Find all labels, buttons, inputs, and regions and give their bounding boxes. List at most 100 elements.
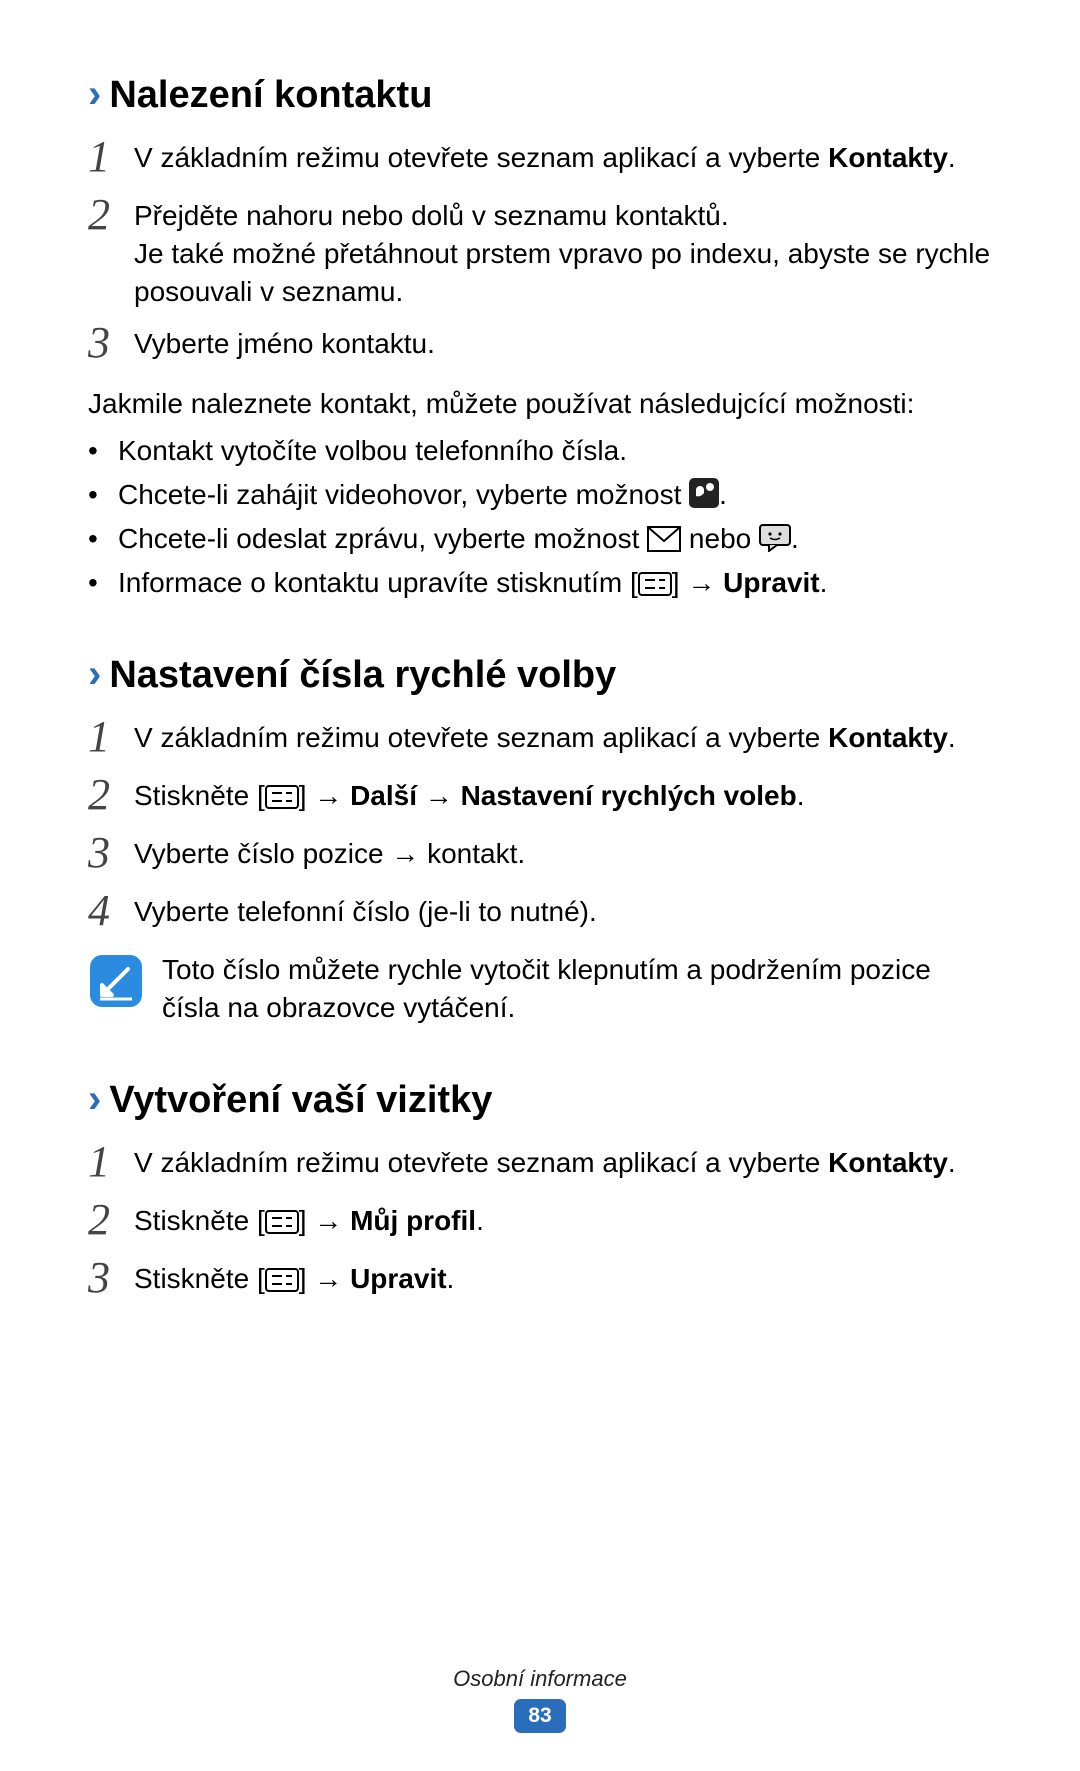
step-list: 1 V základním režimu otevřete seznam apl… — [88, 139, 992, 368]
section-heading: › Vytvoření vaší vizitky — [88, 1075, 992, 1126]
bullet-text: Chcete-li zahájit videohovor, vyberte mo… — [118, 476, 727, 514]
envelope-icon — [647, 526, 681, 552]
bullet-list: • Kontakt vytočíte volbou telefonního čí… — [88, 432, 992, 601]
step-bold: Nastavení rychlých voleb — [461, 780, 797, 811]
section-heading: › Nalezení kontaktu — [88, 70, 992, 121]
bullet-text-part: nebo — [681, 523, 759, 554]
step-number: 3 — [88, 831, 134, 875]
bullet-bold: Upravit — [723, 567, 819, 598]
page-footer: Osobní informace 83 — [0, 1664, 1080, 1733]
menu-icon — [265, 1210, 299, 1234]
step-text: V základním režimu otevřete seznam aplik… — [134, 1147, 828, 1178]
note-text: Toto číslo můžete rychle vytočit klepnut… — [162, 951, 992, 1027]
bullet-text-part: Chcete-li zahájit videohovor, vyberte mo… — [118, 479, 689, 510]
menu-icon — [638, 572, 672, 596]
section-title: Vytvoření vaší vizitky — [109, 1075, 492, 1126]
step-list: 1 V základním režimu otevřete seznam apl… — [88, 1144, 992, 1304]
step-text: . — [797, 780, 805, 811]
step-text: Stiskněte [ — [134, 1263, 265, 1294]
note-row: Toto číslo můžete rychle vytočit klepnut… — [88, 951, 992, 1027]
step-body: Vyberte jméno kontaktu. — [134, 325, 992, 363]
step-body: Vyberte číslo pozice → kontakt. — [134, 835, 992, 873]
step-bold: Kontakty — [828, 1147, 948, 1178]
step-bold: Upravit — [350, 1263, 446, 1294]
bullet-item: • Chcete-li zahájit videohovor, vyberte … — [88, 476, 992, 514]
step-body: Stiskněte [] → Můj profil. — [134, 1202, 992, 1240]
note-icon — [88, 953, 144, 1009]
bullet-text: Kontakt vytočíte volbou telefonního čísl… — [118, 432, 627, 470]
step-number: 3 — [88, 321, 134, 365]
step-body: V základním režimu otevřete seznam aplik… — [134, 139, 992, 177]
step-text: Přejděte nahoru nebo dolů v seznamu kont… — [134, 200, 729, 231]
bullet-text-part: . — [719, 479, 727, 510]
step-body: V základním režimu otevřete seznam aplik… — [134, 1144, 992, 1182]
section-title: Nastavení čísla rychlé volby — [109, 650, 616, 701]
bullet-text: Chcete-li odeslat zprávu, vyberte možnos… — [118, 520, 799, 558]
step-number: 1 — [88, 1140, 134, 1184]
step-text: . — [447, 1263, 455, 1294]
step-text: Vyberte jméno kontaktu. — [134, 328, 435, 359]
step-text: V základním režimu otevřete seznam aplik… — [134, 142, 828, 173]
bullet-item: • Informace o kontaktu upravíte stisknut… — [88, 564, 992, 602]
paragraph: Jakmile naleznete kontakt, můžete použív… — [88, 385, 992, 423]
bullet-text-part: ] → — [672, 567, 723, 598]
bullet-text: Informace o kontaktu upravíte stisknutím… — [118, 564, 827, 602]
step-item: 1 V základním režimu otevřete seznam apl… — [88, 1144, 992, 1188]
step-text: Stiskněte [ — [134, 780, 265, 811]
step-body: Stiskněte [ ] → Upravit. — [134, 1260, 992, 1298]
step-text: ] → — [299, 1205, 350, 1236]
step-text: ] → — [299, 780, 350, 811]
footer-label: Osobní informace — [0, 1664, 1080, 1694]
chevron-icon: › — [88, 1079, 101, 1119]
videocall-icon — [689, 478, 719, 508]
bullet-dot: • — [88, 564, 118, 602]
step-number: 1 — [88, 715, 134, 759]
bullet-item: • Kontakt vytočíte volbou telefonního čí… — [88, 432, 992, 470]
step-number: 2 — [88, 773, 134, 817]
bullet-dot: • — [88, 476, 118, 514]
step-bold: Můj profil — [350, 1205, 476, 1236]
step-text: Je také možné přetáhnout prstem vpravo p… — [134, 238, 990, 307]
bullet-item: • Chcete-li odeslat zprávu, vyberte možn… — [88, 520, 992, 558]
bullet-text-part: Informace o kontaktu upravíte stisknutím… — [118, 567, 638, 598]
step-item: 1 V základním režimu otevřete seznam apl… — [88, 719, 992, 763]
chevron-icon: › — [88, 654, 101, 694]
step-body: Přejděte nahoru nebo dolů v seznamu kont… — [134, 197, 992, 310]
section-title: Nalezení kontaktu — [109, 70, 432, 121]
bullet-text-part: . — [820, 567, 828, 598]
step-body: Stiskněte [ ] → Další → Nastavení rychlýc… — [134, 777, 992, 815]
step-text: . — [948, 142, 956, 173]
step-bold: Kontakty — [828, 142, 948, 173]
step-text: ] → — [299, 1263, 350, 1294]
step-text: V základním režimu otevřete seznam aplik… — [134, 722, 828, 753]
step-item: 3 Stiskněte [] → Upravit. — [88, 1260, 992, 1304]
chevron-icon: › — [88, 74, 101, 114]
step-text: → — [417, 780, 461, 811]
step-text: . — [948, 1147, 956, 1178]
chat-icon — [759, 524, 791, 552]
bullet-dot: • — [88, 432, 118, 470]
step-item: 3 Vyberte číslo pozice → kontakt. — [88, 835, 992, 879]
menu-icon — [265, 785, 299, 809]
step-item: 2 Stiskněte [] → Další → Nastavení rychl… — [88, 777, 992, 821]
step-body: Vyberte telefonní číslo (je-li to nutné)… — [134, 893, 992, 931]
menu-icon — [265, 1268, 299, 1292]
step-list: 1 V základním režimu otevřete seznam apl… — [88, 719, 992, 937]
section-heading: › Nastavení čísla rychlé volby — [88, 650, 992, 701]
step-number: 2 — [88, 193, 134, 237]
step-item: 2 Přejděte nahoru nebo dolů v seznamu ko… — [88, 197, 992, 310]
step-bold: Kontakty — [828, 722, 948, 753]
step-body: V základním režimu otevřete seznam aplik… — [134, 719, 992, 757]
step-number: 2 — [88, 1198, 134, 1242]
step-item: 1 V základním režimu otevřete seznam apl… — [88, 139, 992, 183]
step-number: 3 — [88, 1256, 134, 1300]
step-text: Vyberte číslo pozice → kontakt. — [134, 838, 525, 869]
bullet-dot: • — [88, 520, 118, 558]
step-number: 4 — [88, 889, 134, 933]
step-item: 4 Vyberte telefonní číslo (je-li to nutn… — [88, 893, 992, 937]
bullet-text-part: Kontakt vytočíte volbou telefonního čísl… — [118, 435, 627, 466]
step-text: Stiskněte [ — [134, 1205, 265, 1236]
step-text: . — [948, 722, 956, 753]
step-bold: Další — [350, 780, 417, 811]
step-item: 2 Stiskněte [] → Můj profil. — [88, 1202, 992, 1246]
